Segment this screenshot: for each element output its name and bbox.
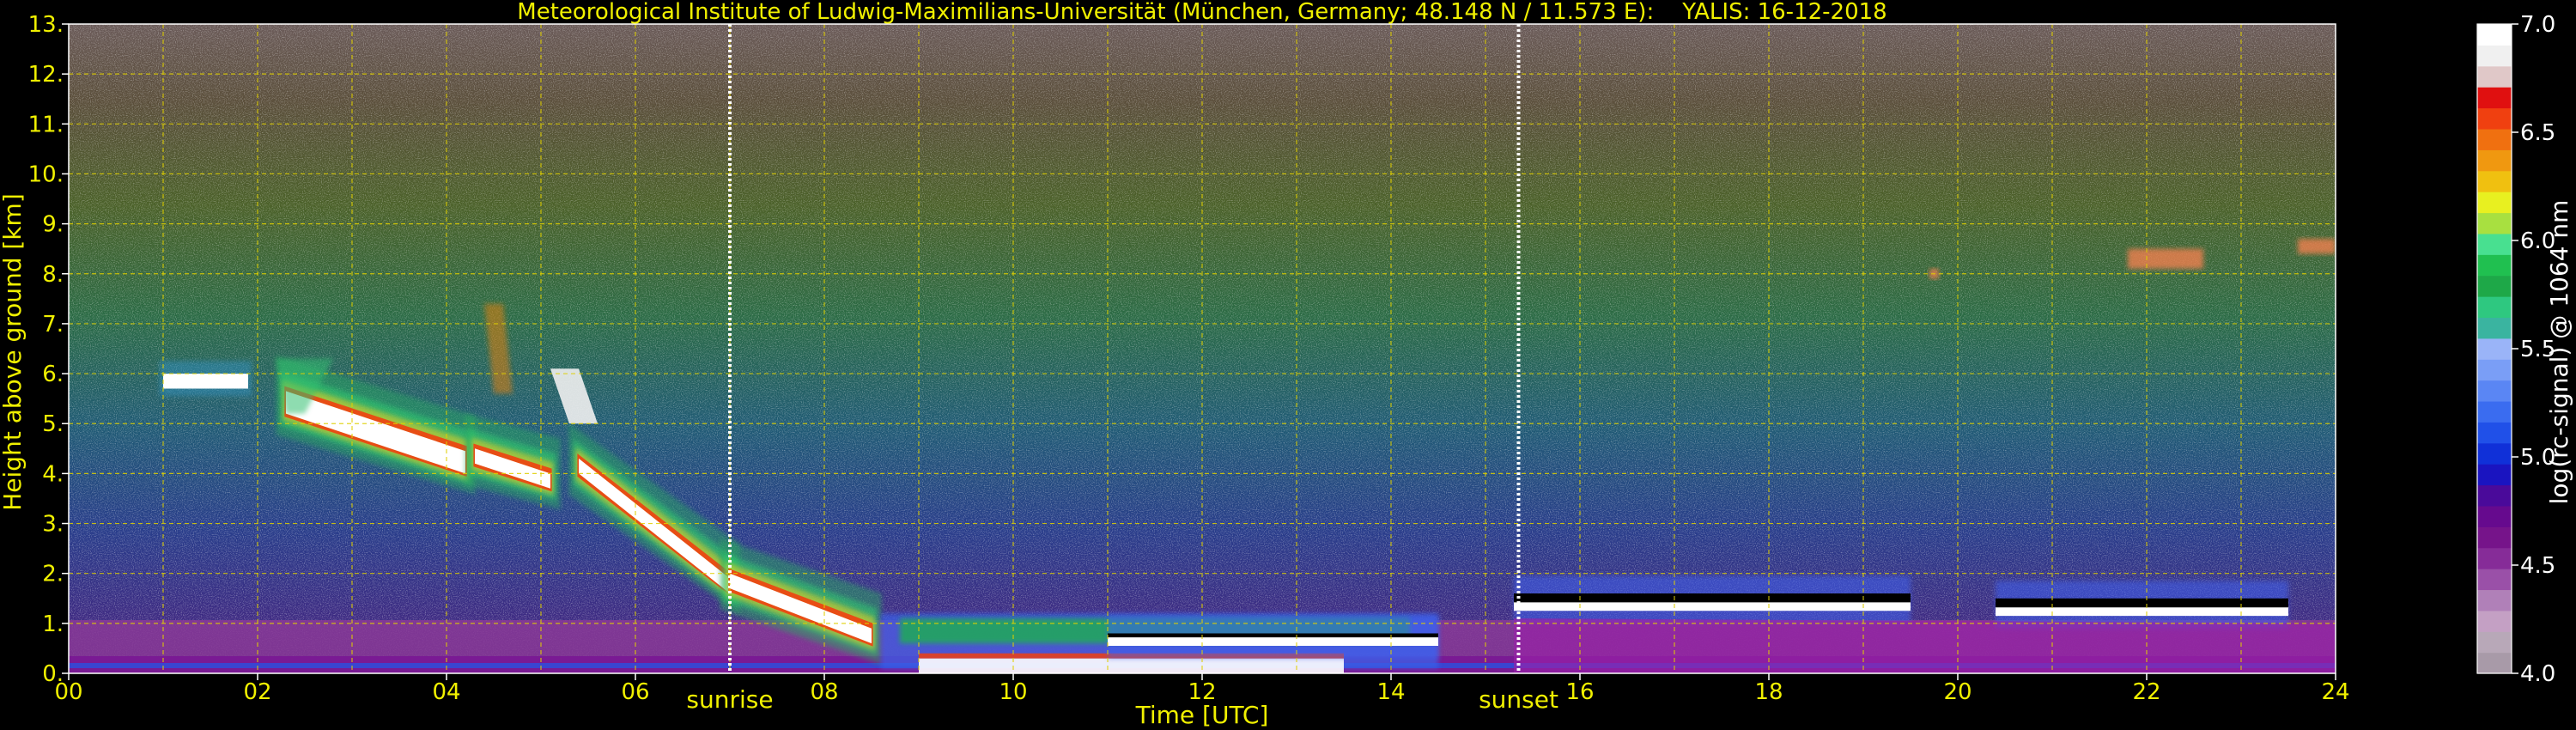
colorbar-segment [2477, 359, 2512, 381]
colorbar-segment [2477, 24, 2512, 46]
colorbar-segment [2477, 442, 2512, 465]
colorbar-segment [2477, 107, 2512, 130]
x-tick-label: 18 [1754, 679, 1783, 705]
colorbar-segment [2477, 192, 2512, 214]
y-tick-label: 12. [28, 62, 64, 88]
colorbar-segment [2477, 547, 2512, 569]
stratus-base [1996, 607, 2288, 617]
colorbar-segment [2477, 65, 2512, 88]
y-axis-ticks: 0.1.2.3.4.5.6.7.8.9.10.11.12.13. [28, 12, 69, 687]
high-ice-cloud [163, 374, 248, 389]
colorbar-segment [2477, 149, 2512, 172]
x-tick-label: 08 [810, 679, 838, 705]
colorbar-segment [2477, 589, 2512, 611]
colorbar-segment [2477, 652, 2512, 674]
colorbar-segment [2477, 170, 2512, 192]
x-tick-label: 10 [999, 679, 1027, 705]
cirrus-patch [2128, 248, 2203, 269]
colorbar-segment [2477, 338, 2512, 360]
colorbar-segment [2477, 128, 2512, 150]
x-tick-label: 14 [1376, 679, 1405, 705]
y-tick-label: 9. [42, 212, 64, 238]
y-tick-label: 11. [28, 112, 64, 137]
y-tick-label: 2. [42, 562, 64, 587]
y-tick-label: 1. [42, 611, 64, 637]
y-tick-label: 3. [42, 512, 64, 538]
x-tick-label: 24 [2321, 679, 2349, 705]
y-tick-label: 6. [42, 362, 64, 387]
x-axis-label: Time [UTC] [1135, 701, 1269, 729]
colorbar-tick-label: 7.0 [2520, 12, 2555, 38]
colorbar-tick-label: 4.0 [2520, 661, 2555, 687]
colorbar-segment [2477, 400, 2512, 423]
y-tick-label: 8. [42, 262, 64, 288]
colorbar-tick-label: 6.5 [2520, 120, 2555, 146]
x-tick-label: 04 [432, 679, 460, 705]
chart-title: Meteorological Institute of Ludwig-Maxim… [517, 0, 1886, 25]
surface-fog [919, 658, 1344, 673]
colorbar-segment [2477, 254, 2512, 277]
lidar-quicklook-chart: 0.1.2.3.4.5.6.7.8.9.10.11.12.13. 00 02 04 0… [0, 0, 2573, 729]
afternoon-boundary-layer [1514, 618, 2336, 673]
colorbar-segment [2477, 505, 2512, 527]
colorbar-segment [2477, 526, 2512, 549]
x-tick-label: 02 [243, 679, 271, 705]
x-tick-label: 16 [1565, 679, 1594, 705]
colorbar-segment [2477, 484, 2512, 507]
colorbar-segment [2477, 212, 2512, 234]
colorbar-segment [2477, 464, 2512, 486]
y-tick-label: 5. [42, 411, 64, 437]
colorbar-segment [2477, 610, 2512, 632]
y-tick-label: 4. [42, 461, 64, 487]
colorbar-segment [2477, 87, 2512, 109]
stratus-base [1108, 637, 1438, 646]
colorbar-segment [2477, 275, 2512, 297]
x-tick-label: 06 [621, 679, 649, 705]
colorbar-segment [2477, 380, 2512, 402]
colorbar-segment [2477, 569, 2512, 591]
y-tick-label: 13. [28, 12, 64, 38]
colorbar-segment [2477, 45, 2512, 67]
colorbar-segment [2477, 631, 2512, 654]
x-tick-label: 00 [54, 679, 82, 705]
y-tick-label: 7. [42, 312, 64, 338]
marker-label-sunset: sunset [1479, 685, 1558, 714]
y-axis-label: Height above ground [km] [0, 193, 27, 511]
cirrus-patch [2298, 239, 2336, 254]
colorbar-segment [2477, 296, 2512, 319]
y-tick-label: 10. [28, 161, 64, 187]
x-tick-label: 22 [2132, 679, 2160, 705]
colorbar-label: log(rc-signal) @ 1064 nm [2545, 200, 2573, 505]
marker-label-sunrise: sunrise [686, 685, 773, 714]
colorbar-segment [2477, 317, 2512, 339]
colorbar: 4.04.55.05.56.06.57.0 [2476, 12, 2555, 687]
colorbar-tick-label: 4.5 [2520, 553, 2555, 579]
colorbar-segment [2477, 233, 2512, 255]
colorbar-segment [2477, 422, 2512, 444]
x-tick-label: 20 [1943, 679, 1971, 705]
stratus-base [1514, 602, 1911, 611]
